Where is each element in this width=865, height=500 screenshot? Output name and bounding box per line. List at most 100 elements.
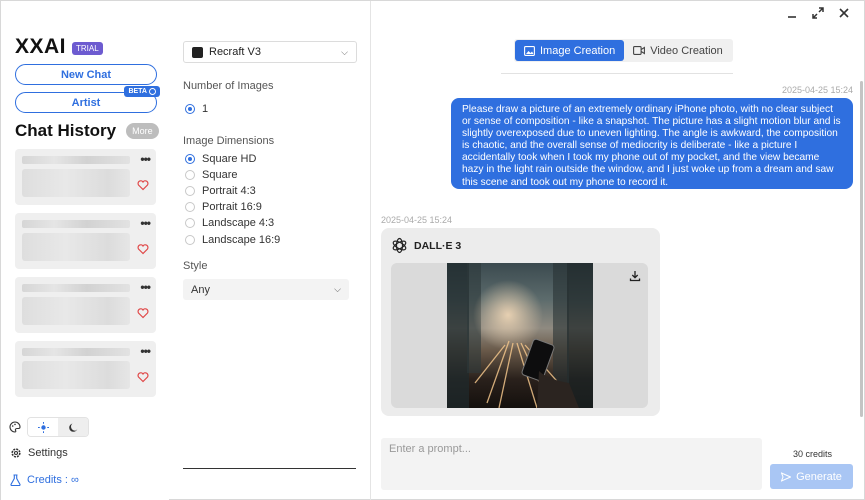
prompt-placeholder: Enter a prompt...: [389, 443, 471, 455]
radio-icon: [185, 170, 195, 180]
radio-icon: [185, 235, 195, 245]
dimension-landscape-16-9[interactable]: Landscape 16:9: [185, 234, 280, 246]
chat-history-title: Chat History: [15, 121, 117, 140]
dimension-square[interactable]: Square: [185, 169, 237, 181]
settings-label: Settings: [28, 447, 68, 459]
sun-icon[interactable]: [28, 418, 58, 436]
generated-image[interactable]: [447, 263, 593, 408]
chat-history-item[interactable]: •••: [15, 213, 156, 269]
style-label: Style: [183, 260, 208, 272]
dimension-portrait-4-3[interactable]: Portrait 4:3: [185, 185, 256, 197]
option-label: Square: [202, 169, 238, 181]
send-icon: [781, 471, 792, 482]
blurred-title: [22, 284, 130, 292]
chevron-down-icon: ⌵: [334, 284, 341, 294]
tab-divider: [501, 73, 733, 74]
artist-label: Artist: [71, 96, 101, 109]
radio-icon: [185, 186, 195, 196]
chat-history-header: Chat History More: [15, 121, 159, 141]
option-label: Portrait 4:3: [202, 185, 256, 197]
option-label: Square HD: [202, 153, 257, 165]
flask-icon: [10, 474, 21, 486]
bot-header: DALL·E 3: [391, 237, 461, 254]
dimensions-label: Image Dimensions: [183, 135, 275, 147]
more-options-icon[interactable]: •••: [140, 280, 151, 294]
new-chat-label: New Chat: [60, 68, 112, 81]
more-button[interactable]: More: [126, 123, 159, 139]
heart-icon[interactable]: [137, 179, 149, 191]
beta-label: BETA: [128, 88, 147, 95]
download-icon[interactable]: [629, 270, 641, 282]
video-icon: [633, 46, 646, 55]
tab-label: Video Creation: [650, 44, 723, 57]
help-icon: [149, 88, 156, 95]
model-value: Recraft V3: [209, 46, 261, 58]
blurred-title: [22, 156, 130, 164]
num-images-label: Number of Images: [183, 80, 274, 92]
panel-divider: [183, 468, 356, 469]
palette-icon[interactable]: [9, 421, 21, 433]
chat-area: Image Creation Video Creation 2025-04-25…: [371, 1, 865, 500]
chevron-down-icon: ⌵: [341, 46, 348, 57]
image-icon: [524, 45, 535, 56]
user-message-timestamp: 2025-04-25 15:24: [781, 85, 853, 95]
credits-link[interactable]: Credits : ∞: [10, 474, 79, 486]
chat-history-item[interactable]: •••: [15, 277, 156, 333]
new-chat-button[interactable]: New Chat: [15, 64, 157, 85]
moon-icon[interactable]: [58, 418, 88, 436]
blurred-preview: [22, 361, 130, 389]
option-label: Portrait 16:9: [202, 201, 262, 213]
more-options-icon[interactable]: •••: [140, 152, 151, 166]
heart-icon[interactable]: [137, 371, 149, 383]
radio-icon: [185, 218, 195, 228]
blurred-title: [22, 348, 130, 356]
option-label: 1: [202, 103, 209, 115]
tab-label: Image Creation: [540, 44, 616, 57]
tab-image-creation[interactable]: Image Creation: [515, 40, 625, 61]
generate-button[interactable]: Generate: [770, 464, 853, 489]
radio-icon: [185, 202, 195, 212]
style-value: Any: [191, 283, 210, 296]
beta-badge: BETA: [124, 86, 160, 97]
theme-toggle[interactable]: [27, 417, 89, 437]
mode-tabs: Image Creation Video Creation: [514, 39, 733, 62]
bot-message-timestamp: 2025-04-25 15:24: [381, 215, 453, 225]
radio-selected-icon: [185, 104, 195, 114]
trial-badge: TRIAL: [72, 42, 103, 55]
app-window: XXAI TRIAL New Chat Artist BETA Chat His…: [0, 0, 865, 500]
chat-history-item[interactable]: •••: [15, 341, 156, 397]
theme-bar: [9, 417, 89, 437]
more-options-icon[interactable]: •••: [140, 344, 151, 358]
style-select[interactable]: Any ⌵: [183, 279, 349, 300]
blurred-preview: [22, 233, 130, 261]
sidebar: XXAI TRIAL New Chat Artist BETA Chat His…: [1, 1, 169, 500]
artist-button[interactable]: Artist BETA: [15, 86, 160, 113]
generation-settings-panel: Recraft V3 ⌵ Number of Images 1 Image Di…: [169, 1, 371, 500]
gear-icon: [11, 448, 21, 458]
dimension-landscape-4-3[interactable]: Landscape 4:3: [185, 217, 274, 229]
option-label: Landscape 4:3: [202, 217, 275, 229]
more-options-icon[interactable]: •••: [140, 216, 151, 230]
blurred-preview: [22, 297, 130, 325]
blurred-preview: [22, 169, 130, 197]
model-select[interactable]: Recraft V3 ⌵: [183, 41, 357, 63]
brand: XXAI TRIAL: [15, 35, 103, 59]
image-container: [391, 263, 648, 408]
chat-history-item[interactable]: •••: [15, 149, 156, 205]
user-message: Please draw a picture of an extremely or…: [451, 98, 853, 189]
heart-icon[interactable]: [137, 243, 149, 255]
openai-icon: [392, 237, 407, 254]
heart-icon[interactable]: [137, 307, 149, 319]
generate-label: Generate: [796, 470, 842, 483]
dimension-square-hd[interactable]: Square HD: [185, 153, 256, 165]
chat-scrollbar[interactable]: [860, 81, 863, 417]
brand-logo: XXAI: [15, 35, 67, 58]
radio-selected-icon: [185, 154, 195, 164]
dimension-portrait-16-9[interactable]: Portrait 16:9: [185, 201, 262, 213]
num-images-option-1[interactable]: 1: [185, 103, 208, 115]
settings-link[interactable]: Settings: [10, 447, 68, 459]
bot-message-card: DALL·E 3: [381, 228, 660, 416]
bot-name: DALL·E 3: [414, 239, 462, 252]
prompt-input[interactable]: Enter a prompt...: [381, 438, 762, 490]
tab-video-creation[interactable]: Video Creation: [624, 40, 732, 61]
